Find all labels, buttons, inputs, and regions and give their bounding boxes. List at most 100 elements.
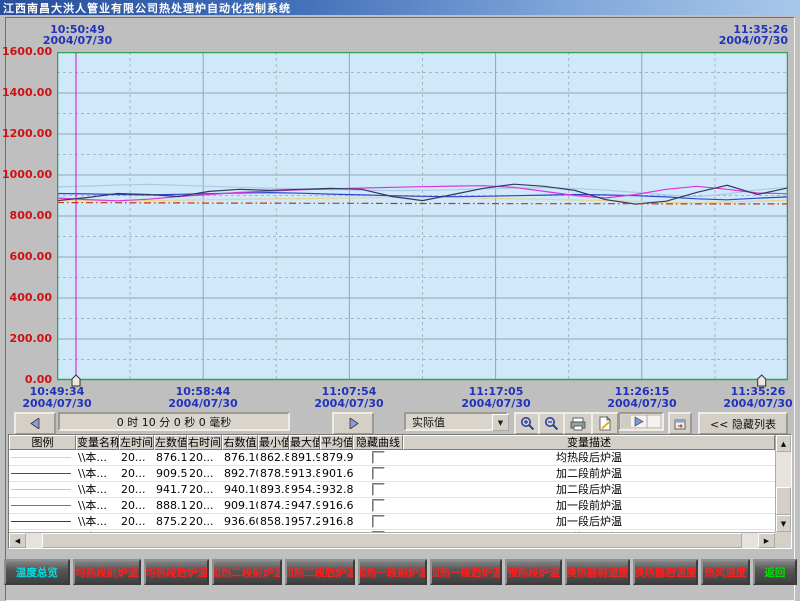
scroll-left-button[interactable] bbox=[14, 412, 56, 435]
vscroll-thumb[interactable] bbox=[776, 487, 791, 515]
nav-button-heat1-front[interactable]: 加热一段前炉温 bbox=[358, 559, 428, 585]
nav-button-heat2-front[interactable]: 加热二段前炉温 bbox=[212, 559, 282, 585]
legend-cell bbox=[9, 514, 76, 529]
table-row[interactable]: \\本... 20... 909.50 20... 892.70 878.50 … bbox=[9, 466, 775, 482]
hide-curve-checkbox[interactable] bbox=[372, 483, 385, 496]
export-button[interactable] bbox=[668, 412, 692, 435]
left-time-cell: 20... bbox=[119, 498, 154, 513]
hide-curve-checkbox[interactable] bbox=[372, 515, 385, 528]
down-arrow-icon: ▼ bbox=[781, 520, 786, 528]
avg-cell: 916.68 bbox=[320, 498, 353, 513]
hide-curve-checkbox[interactable]: ✓ bbox=[372, 531, 385, 532]
col-header-desc[interactable]: 变量描述 bbox=[403, 435, 775, 450]
legend-line bbox=[11, 473, 71, 474]
y-axis-tick: 200.00 bbox=[2, 333, 52, 345]
col-header-max[interactable]: 最大值 bbox=[289, 435, 320, 450]
scroll-left-button[interactable]: ◀ bbox=[9, 533, 26, 548]
nav-button-soak-front[interactable]: 均热段前炉温 bbox=[73, 559, 141, 585]
hscroll-track[interactable] bbox=[26, 533, 758, 548]
scroll-up-button[interactable]: ▲ bbox=[776, 435, 791, 452]
table-row[interactable]: \\本... 20... 876.10 20... 876.10 862.80 … bbox=[9, 450, 775, 466]
new-trend-button[interactable] bbox=[591, 412, 619, 435]
left-value-cell: 876.10 bbox=[154, 450, 187, 465]
zoom-out-button[interactable] bbox=[538, 412, 565, 435]
printer-icon bbox=[570, 417, 586, 431]
nav-button-return[interactable]: 返回 bbox=[753, 559, 797, 585]
y-axis-tick: 1600.00 bbox=[2, 46, 52, 58]
avg-cell: 932.82 bbox=[320, 482, 353, 497]
up-arrow-icon: ▲ bbox=[781, 440, 786, 448]
hide-curve-checkbox[interactable] bbox=[372, 499, 385, 512]
hide-curve-checkbox[interactable] bbox=[372, 451, 385, 464]
hide-cell bbox=[353, 450, 403, 465]
col-header-varname[interactable]: 变量名称 bbox=[76, 435, 119, 450]
zoom-in-button[interactable] bbox=[514, 412, 541, 435]
nav-button-exchanger-rear[interactable]: 换热器后温度 bbox=[633, 559, 698, 585]
trend-plot[interactable] bbox=[57, 52, 788, 392]
right-value-cell: 909.10 bbox=[222, 498, 258, 513]
left-value-cell: 875.20 bbox=[154, 514, 187, 529]
nav-button-exchanger-front[interactable]: 换热器前温度 bbox=[565, 559, 630, 585]
table-row[interactable]: \\本... 20... 888.10 20... 909.10 874.30 … bbox=[9, 498, 775, 514]
table-row[interactable]: \\本... 20... 875.20 20... 936.60 858.10 … bbox=[9, 514, 775, 530]
playback-control[interactable] bbox=[618, 412, 664, 431]
nav-button-temp-overview[interactable]: 温度总览 bbox=[4, 559, 70, 585]
col-header-lefttime[interactable]: 左时间 bbox=[119, 435, 154, 450]
variable-table: 图例 变量名称 左时间 左数值 右时间 右数值 最小值 最大值 平均值 隐藏曲线… bbox=[8, 434, 792, 549]
table-content: 图例 变量名称 左时间 左数值 右时间 右数值 最小值 最大值 平均值 隐藏曲线… bbox=[9, 435, 775, 532]
nav-button-preheat[interactable]: 预热段炉温 bbox=[505, 559, 562, 585]
hide-list-button[interactable]: << 隐藏列表 bbox=[698, 412, 788, 435]
var-name-cell: \\本... bbox=[76, 514, 119, 529]
desc-cell: 均热段后炉温 bbox=[403, 450, 775, 465]
col-header-legend[interactable]: 图例 bbox=[9, 435, 76, 450]
right-time-cell: 20... bbox=[187, 482, 222, 497]
right-cursor-date: 2004/07/30 bbox=[688, 35, 788, 46]
time-span-field[interactable]: 0 时 10 分 0 秒 0 毫秒 bbox=[58, 412, 290, 431]
value-mode-dropdown-button[interactable]: ▼ bbox=[492, 414, 509, 431]
x-axis-tick: 11:17:052004/07/30 bbox=[451, 386, 541, 409]
hscroll-thumb[interactable] bbox=[42, 533, 742, 548]
col-header-min[interactable]: 最小值 bbox=[258, 435, 289, 450]
col-header-avg[interactable]: 平均值 bbox=[320, 435, 353, 450]
legend-cell bbox=[9, 482, 76, 497]
right-cursor-timestamp: 11:35:26 2004/07/30 bbox=[688, 24, 788, 46]
right-arrow-icon: ▶ bbox=[764, 537, 769, 545]
print-button[interactable] bbox=[563, 412, 593, 435]
col-header-righttime[interactable]: 右时间 bbox=[187, 435, 222, 450]
x-axis-tick: 10:58:442004/07/30 bbox=[158, 386, 248, 409]
vscroll-track[interactable] bbox=[776, 452, 791, 515]
nav-button-heat2-rear[interactable]: 加热二段后炉温 bbox=[285, 559, 355, 585]
export-icon bbox=[674, 418, 686, 430]
scroll-down-button[interactable]: ▼ bbox=[776, 515, 791, 532]
left-value-cell: 909.50 bbox=[154, 466, 187, 481]
chevron-down-icon: ▼ bbox=[498, 419, 503, 427]
legend-line bbox=[11, 521, 71, 522]
col-header-hide[interactable]: 隐藏曲线 bbox=[353, 435, 403, 450]
col-header-rightvalue[interactable]: 右数值 bbox=[222, 435, 258, 450]
table-horizontal-scrollbar[interactable]: ◀ ▶ bbox=[9, 532, 775, 548]
zoom-in-icon bbox=[520, 416, 535, 431]
scroll-right-button[interactable]: ▶ bbox=[758, 533, 775, 548]
table-row[interactable]: \\本... 20... 722.20 20... 749.10 718.60 … bbox=[9, 530, 775, 532]
left-value-cell: 888.10 bbox=[154, 498, 187, 513]
nav-button-hot-air[interactable]: 热风温度 bbox=[701, 559, 750, 585]
avg-cell: 901.63 bbox=[320, 466, 353, 481]
right-arrow-icon bbox=[348, 418, 359, 429]
scroll-right-button[interactable] bbox=[332, 412, 374, 435]
col-header-leftvalue[interactable]: 左数值 bbox=[154, 435, 187, 450]
right-value-cell: 876.10 bbox=[222, 450, 258, 465]
table-row[interactable]: \\本... 20... 941.70 20... 940.10 893.80 … bbox=[9, 482, 775, 498]
hide-cell bbox=[353, 482, 403, 497]
legend-cell bbox=[9, 530, 76, 532]
right-time-cell: 20... bbox=[187, 514, 222, 529]
table-vertical-scrollbar[interactable]: ▲ ▼ bbox=[775, 435, 791, 532]
var-name-cell: \\本... bbox=[76, 530, 119, 532]
var-name-cell: \\本... bbox=[76, 498, 119, 513]
max-cell: 957.20 bbox=[289, 514, 320, 529]
avg-cell: 742.41 bbox=[320, 530, 353, 532]
nav-button-soak-rear[interactable]: 均热段后炉温 bbox=[144, 559, 210, 585]
hide-curve-checkbox[interactable] bbox=[372, 467, 385, 480]
left-time-cell: 20... bbox=[119, 466, 154, 481]
nav-button-heat1-rear[interactable]: 加热一段后炉温 bbox=[430, 559, 501, 585]
right-time-cell: 20... bbox=[187, 498, 222, 513]
